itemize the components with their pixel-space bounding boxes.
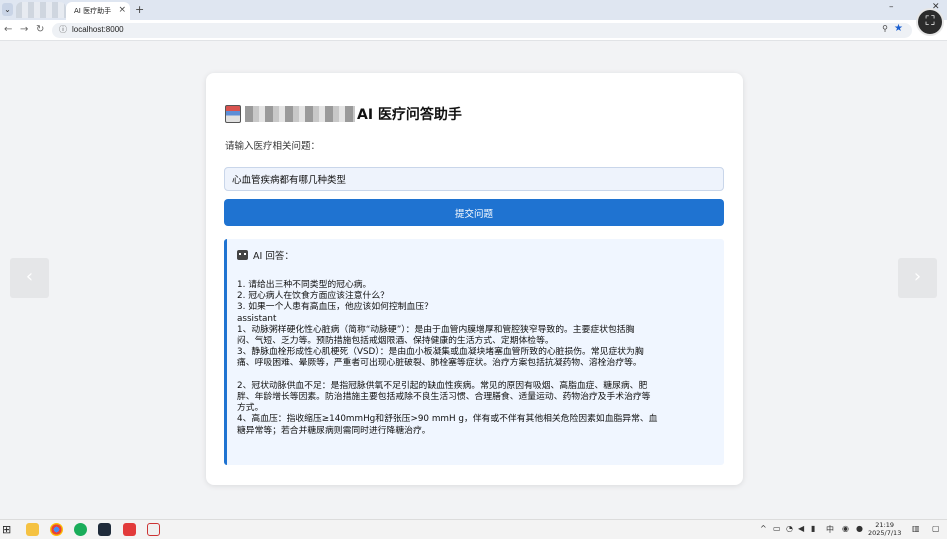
input-method-icon[interactable]: 中: [826, 524, 834, 535]
taskbar: ⊞ ^ ▭ ◔ ◀ ▮ 中 ◉ ● 21:19 2025/7/13 ▥ ▢: [0, 519, 947, 539]
robot-icon: [237, 250, 248, 260]
bookmark-star-icon[interactable]: ★: [894, 23, 903, 34]
site-info-icon[interactable]: ⓘ: [59, 24, 67, 35]
clock[interactable]: 21:19 2025/7/13: [868, 521, 901, 537]
zoom-icon[interactable]: ⚲: [882, 24, 888, 33]
wps-icon[interactable]: [123, 523, 136, 536]
answer-panel: AI 回答： 1. 请给出三种不同类型的冠心病。 2. 冠心病人在饮食方面应该注…: [224, 239, 724, 465]
prev-arrow-button[interactable]: ‹: [10, 258, 49, 298]
notification-icon[interactable]: ▢: [932, 524, 940, 533]
submit-button[interactable]: 提交问题: [224, 199, 724, 226]
widgets-icon[interactable]: ▥: [912, 524, 920, 533]
answer-text: 1. 请给出三种不同类型的冠心病。 2. 冠心病人在饮食方面应该注意什么？ 3.…: [237, 280, 714, 437]
answer-line: assistant: [237, 313, 277, 324]
qa-card: AI 医疗问答助手 请输入医疗相关问题： 提交问题 AI 回答： 1. 请给出三…: [206, 73, 743, 485]
tab-search-button[interactable]: ⌄: [2, 3, 13, 16]
url-text: localhost:8000: [72, 25, 124, 34]
page-title: AI 医疗问答助手: [357, 107, 462, 123]
tab-strip: ⌄ AI 医疗助手 × + – ✕: [0, 0, 947, 20]
ide-icon[interactable]: [98, 523, 111, 536]
wifi-icon[interactable]: ◔: [786, 524, 793, 533]
hospital-icon: [225, 105, 241, 123]
network-icon[interactable]: ▭: [773, 524, 781, 533]
page-title-row: AI 医疗问答助手: [225, 104, 462, 124]
answer-line: 闷、气短、乏力等。预防措施包括戒烟限酒、保持健康的生活方式、定期体检等。: [237, 336, 554, 347]
security-icon[interactable]: ◉: [842, 524, 849, 533]
question-input[interactable]: [224, 167, 724, 191]
answer-line: 1、动脉粥样硬化性心脏病（简称“动脉硬”）：是由于血管内膜增厚和管腔狭窄导致的。…: [237, 324, 635, 335]
answer-line: 方式。: [237, 403, 264, 414]
tab-active[interactable]: AI 医疗助手 ×: [66, 2, 130, 20]
answer-line: 3、静脉血栓形成性心肌梗死（VSD）：是由血小板凝集或血凝块堵塞血管所致的心脏损…: [237, 347, 644, 358]
tab-blurred[interactable]: [16, 2, 66, 18]
answer-line: 3. 如果一个人患有高血压，他应该如何控制血压？: [237, 302, 433, 313]
answer-line: 4、高血压：指收缩压≥140mmHg和舒张压>90 mmH g，伴有或不伴有其他…: [237, 414, 658, 425]
date: 2025/7/13: [868, 529, 902, 537]
back-icon[interactable]: ←: [4, 24, 12, 35]
start-icon[interactable]: ⊞: [2, 523, 15, 536]
answer-line: 2. 冠心病人在饮食方面应该注意什么？: [237, 291, 389, 302]
browser-toolbar: ← → ↻ ⓘ localhost:8000 ⚲ ★ ⋮: [0, 20, 947, 41]
chrome-icon[interactable]: [50, 523, 63, 536]
address-bar[interactable]: ⓘ localhost:8000 ⚲ ★: [52, 23, 912, 38]
question-label: 请输入医疗相关问题：: [225, 141, 321, 152]
screenshot-tool-icon[interactable]: ⛶: [916, 8, 944, 36]
tray-app-icon[interactable]: ●: [856, 524, 863, 533]
answer-line: 胖、年龄增长等因素。防治措施主要包括戒除不良生活习惯、合理膳食、适量运动、药物治…: [237, 392, 651, 403]
answer-line: 1. 请给出三种不同类型的冠心病。: [237, 280, 372, 290]
answer-heading: AI 回答：: [253, 251, 294, 262]
answer-line: 糖异常等；若合并糖尿病则需同时进行降糖治疗。: [237, 425, 431, 436]
tab-title: AI 医疗助手: [74, 7, 112, 15]
battery-icon[interactable]: ▮: [811, 524, 815, 533]
file-explorer-icon[interactable]: [26, 523, 39, 536]
next-arrow-button[interactable]: ›: [898, 258, 937, 298]
tray-chevron-icon[interactable]: ^: [760, 524, 767, 533]
window-minimize-button[interactable]: –: [889, 2, 894, 12]
app-icon[interactable]: [147, 523, 160, 536]
tab-close-icon[interactable]: ×: [118, 5, 126, 15]
answer-line: 痛、呼吸困难、晕厥等，严重者可出现心脏破裂、肺栓塞等症状。治疗方案包括抗凝药物、…: [237, 358, 642, 369]
new-tab-button[interactable]: +: [135, 3, 144, 16]
reload-icon[interactable]: ↻: [36, 24, 44, 35]
volume-icon[interactable]: ◀: [798, 524, 804, 533]
redacted-hospital-name: [245, 106, 355, 122]
time: 21:19: [875, 521, 895, 529]
forward-icon[interactable]: →: [20, 24, 28, 35]
answer-line: [237, 370, 714, 381]
wechat-icon[interactable]: [74, 523, 87, 536]
answer-line: 2、冠状动脉供血不足：是指冠脉供氧不足引起的缺血性疾病。常见的原因有吸烟、高脂血…: [237, 380, 648, 391]
